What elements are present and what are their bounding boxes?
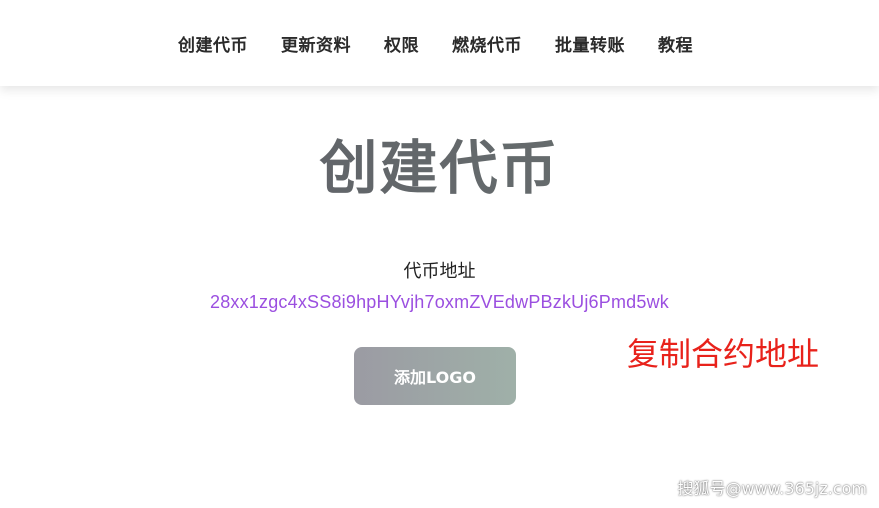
nav-item-permissions[interactable]: 权限 [384, 31, 419, 56]
copy-address-annotation: 复制合约地址 [627, 335, 820, 373]
add-logo-button[interactable]: 添加LOGO [354, 347, 516, 405]
token-address-link[interactable]: 28xx1zgc4xSS8i9hpHYvjh7oxmZVEdwPBzkUj6Pm… [0, 289, 879, 315]
token-address-label: 代币地址 [403, 261, 476, 282]
nav-menu: 创建代币 更新资料 权限 燃烧代币 批量转账 教程 [0, 0, 879, 86]
page-title: 创建代币 [0, 128, 879, 208]
nav-item-update-info[interactable]: 更新资料 [281, 31, 351, 56]
top-navigation-bar: 创建代币 更新资料 权限 燃烧代币 批量转账 教程 [0, 0, 879, 86]
nav-item-create-token[interactable]: 创建代币 [178, 31, 248, 56]
nav-item-tutorial[interactable]: 教程 [658, 31, 693, 56]
nav-item-burn-token[interactable]: 燃烧代币 [452, 31, 522, 56]
watermark-text: 搜狐号@www.365jz.com [677, 479, 867, 498]
nav-item-batch-transfer[interactable]: 批量转账 [555, 31, 625, 56]
